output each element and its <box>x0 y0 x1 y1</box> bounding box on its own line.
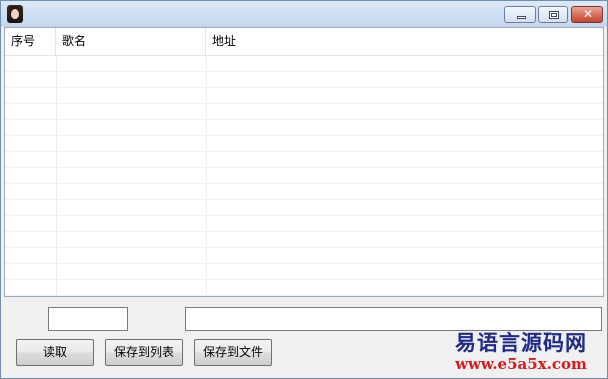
index-input[interactable] <box>48 307 128 331</box>
minimize-icon <box>517 16 526 19</box>
grid-line <box>5 71 603 72</box>
grid-line <box>5 263 603 264</box>
grid-line <box>5 151 603 152</box>
grid-line <box>5 87 603 88</box>
grid-line <box>5 135 603 136</box>
app-window: ✕ 序号 歌名 地址 读取 保存到列表 保存到文件 易语言源码网 www.e5a… <box>0 0 608 379</box>
column-header-index[interactable]: 序号 <box>5 28 56 55</box>
watermark-name: 易语言源码网 <box>455 330 587 355</box>
grid-line <box>5 103 603 104</box>
column-header-song-name[interactable]: 歌名 <box>56 28 206 55</box>
grid-line <box>5 247 603 248</box>
grid-line <box>5 199 603 200</box>
close-icon: ✕ <box>582 7 594 21</box>
grid-line <box>5 295 603 296</box>
address-input[interactable] <box>185 307 602 331</box>
watermark: 易语言源码网 www.e5a5x.com <box>441 330 601 374</box>
watermark-url: www.e5a5x.com <box>455 355 587 373</box>
maximize-button[interactable] <box>538 6 568 23</box>
grid-line <box>5 167 603 168</box>
column-header-address[interactable]: 地址 <box>206 28 603 55</box>
column-divider <box>206 55 207 296</box>
list-header: 序号 歌名 地址 <box>5 28 603 56</box>
song-list[interactable]: 序号 歌名 地址 <box>4 27 604 297</box>
grid-line <box>5 183 603 184</box>
list-body[interactable] <box>5 55 603 296</box>
grid-line <box>5 279 603 280</box>
minimize-button[interactable] <box>504 6 536 23</box>
read-button[interactable]: 读取 <box>16 339 94 366</box>
close-button[interactable]: ✕ <box>571 6 603 23</box>
save-to-list-button[interactable]: 保存到列表 <box>105 339 183 366</box>
column-divider <box>56 55 57 296</box>
grid-line <box>5 231 603 232</box>
girl-avatar-icon[interactable] <box>7 5 23 23</box>
title-bar[interactable]: ✕ <box>1 1 607 27</box>
maximize-icon <box>549 11 559 19</box>
grid-line <box>5 215 603 216</box>
save-to-file-button[interactable]: 保存到文件 <box>194 339 272 366</box>
grid-line <box>5 119 603 120</box>
